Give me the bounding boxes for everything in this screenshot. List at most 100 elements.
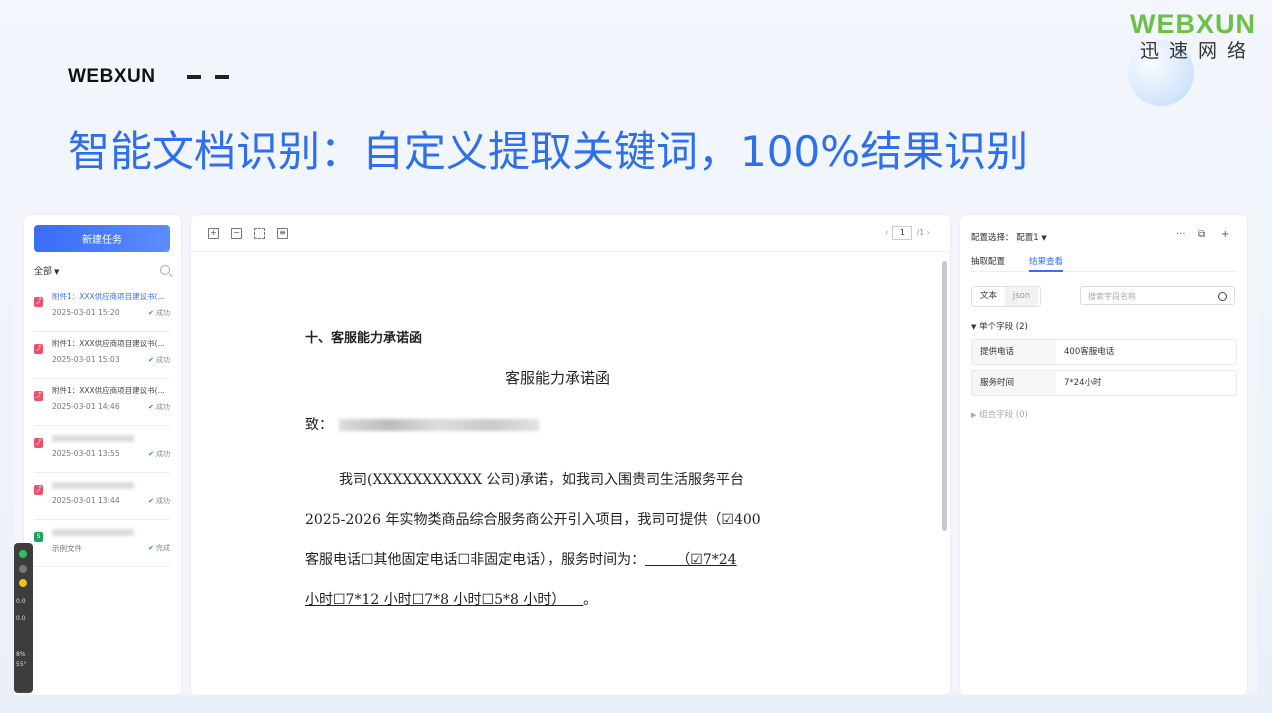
system-monitor-widget: 0.0 0.0 8% 55°: [14, 543, 33, 693]
format-toggle: 文本 json: [971, 286, 1041, 307]
underlined-text: 小时☐7*12 小时☐7*8 小时☐5*8 小时）: [305, 592, 566, 608]
file-date: 2025-03-01 14:46: [52, 402, 120, 411]
result-panel: 配置选择： 配置1 ▼ ··· ⧉ + 抽取配置 结果查看 文本 json 搜索字…: [960, 215, 1247, 695]
zoom-out-icon[interactable]: −: [231, 228, 242, 239]
sheet-icon: S: [34, 532, 43, 542]
dash-decoration: [215, 75, 229, 79]
status-dot-icon: [19, 565, 27, 573]
underlined-blank: [565, 592, 583, 608]
more-icon[interactable]: ···: [1176, 229, 1186, 240]
file-list-item[interactable]: ⤴ 2025-03-01 13:44 ✔ 成功: [34, 473, 170, 520]
body-line: 2025-2026 年实物类商品综合服务商公开引入项目，我司可提供（☑400: [305, 512, 761, 528]
zoom-in-icon[interactable]: +: [208, 228, 219, 239]
group-field-section[interactable]: ▶ 组合字段 (0): [971, 408, 1028, 420]
config-label: 配置选择：: [971, 233, 1014, 243]
check-circle-icon: ✔: [148, 450, 154, 458]
tab-extract-config[interactable]: 抽取配置: [971, 255, 1005, 267]
monitor-value: 0.0: [16, 598, 26, 605]
format-json-button[interactable]: json: [1005, 287, 1038, 306]
task-panel: 新建任务 全部 ▼ ⤴ 附件1：XXX供应商项目建议书(... 2025-03-01 …: [24, 215, 181, 695]
file-date: 2025-03-01 15:20: [52, 308, 120, 317]
file-list-item[interactable]: ⤴ 2025-03-01 13:55 ✔ 成功: [34, 426, 170, 473]
doc-recipient: 致：: [305, 414, 539, 434]
page-total: /1: [916, 228, 925, 237]
file-status: ✔ 完成: [148, 543, 170, 553]
underlined-text: （☑7*24: [676, 552, 737, 568]
monitor-value: 8%: [16, 651, 26, 658]
dash-decoration: [187, 75, 201, 79]
brand-left: WEBXUN: [68, 66, 156, 87]
body-line: 我司(XXXXXXXXXXX 公司)承诺，如我司入围贵司生活服务平台: [339, 472, 745, 488]
bottom-fade: [0, 691, 1272, 713]
document-page: 十、客服能力承诺函 客服能力承诺函 致： 我司(XXXXXXXXXXX 公司)承…: [305, 327, 845, 608]
field-search-input[interactable]: 搜索字段名称: [1080, 286, 1235, 305]
monitor-value: 0.0: [16, 615, 26, 622]
status-dot-icon: [19, 579, 27, 587]
prev-page-icon[interactable]: ‹: [885, 228, 888, 237]
doc-body: 我司(XXXXXXXXXXX 公司)承诺，如我司入围贵司生活服务平台 2025-…: [305, 460, 845, 620]
file-list-item[interactable]: ⤴ 附件1：XXX供应商项目建议书(... 2025-03-01 14:46 ✔ 成功: [34, 379, 170, 426]
logo-word: WEBXUN: [1130, 9, 1256, 39]
caret-down-icon: ▼: [1041, 234, 1047, 242]
next-page-icon[interactable]: ›: [927, 228, 930, 237]
file-status-text: 成功: [156, 403, 170, 411]
file-status-text: 成功: [156, 356, 170, 364]
page-input[interactable]: 1: [892, 226, 913, 240]
file-name: [52, 435, 134, 442]
body-line: 客服电话☐其他固定电话☐非固定电话），服务时间为： （☑7*24: [305, 540, 845, 580]
viewer-scrollbar[interactable]: [942, 261, 947, 531]
tab-view-results[interactable]: 结果查看: [1029, 255, 1064, 272]
caret-down-icon: ▼: [971, 323, 977, 331]
file-date: 2025-03-01 13:55: [52, 449, 120, 458]
file-name: 附件1：XXX供应商项目建议书(...: [52, 292, 165, 301]
pdf-icon: ⤴: [34, 344, 43, 354]
field-value: 7*24小时: [1064, 378, 1102, 388]
check-circle-icon: ✔: [148, 403, 154, 411]
check-circle-icon: ✔: [148, 356, 154, 364]
file-status-text: 成功: [156, 450, 170, 458]
format-text-button[interactable]: 文本: [972, 287, 1005, 306]
caret-right-icon: ▶: [971, 411, 977, 419]
field-row: 服务时间 7*24小时: [971, 370, 1237, 396]
file-status: ✔ 成功: [148, 355, 170, 365]
search-icon[interactable]: [1218, 292, 1227, 301]
file-date: 2025-03-01 15:03: [52, 355, 120, 364]
file-status: ✔ 成功: [148, 402, 170, 412]
document-viewer: + − ≡ ‹ 1/1 › 十、客服能力承诺函 客服能力承诺函 致： 我司(XXX…: [191, 215, 950, 695]
logo-cn: 迅速网络: [1139, 40, 1256, 62]
pager: ‹ 1/1 ›: [885, 226, 930, 240]
pdf-icon: ⤴: [34, 297, 43, 307]
file-status: ✔ 成功: [148, 449, 170, 459]
file-name: [52, 529, 134, 536]
file-list-item[interactable]: ⤴ 附件1：XXX供应商项目建议书(... 2025-03-01 15:20 ✔ 成功: [34, 285, 170, 332]
add-icon[interactable]: +: [1221, 229, 1229, 240]
config-select[interactable]: 配置选择： 配置1 ▼: [971, 231, 1047, 243]
field-key: 服务时间: [972, 371, 1056, 395]
file-list-item[interactable]: ⤴ 附件1：XXX供应商项目建议书(... 2025-03-01 15:03 ✔ 成功: [34, 332, 170, 379]
check-circle-icon: ✔: [148, 497, 154, 505]
group-field-title: 组合字段 (0): [979, 410, 1028, 420]
search-icon[interactable]: [160, 265, 170, 275]
single-field-section[interactable]: ▼ 单个字段 (2): [971, 320, 1028, 332]
fit-page-icon[interactable]: [254, 228, 265, 239]
pdf-icon: ⤴: [34, 391, 43, 401]
file-name: 附件1：XXX供应商项目建议书(...: [52, 339, 165, 348]
filter-label: 全部: [34, 267, 53, 277]
file-name: 附件1：XXX供应商项目建议书(...: [52, 386, 165, 395]
logo: WEBXUN 迅速网络: [1130, 10, 1256, 62]
body-line: 小时☐7*12 小时☐7*8 小时☐5*8 小时） 。: [305, 580, 845, 620]
app-screen: 新建任务 全部 ▼ ⤴ 附件1：XXX供应商项目建议书(... 2025-03-01 …: [14, 210, 1257, 695]
file-date: 示例文件: [52, 544, 82, 553]
file-status-text: 成功: [156, 309, 170, 317]
filter-dropdown[interactable]: 全部 ▼: [34, 264, 59, 277]
file-list-item[interactable]: S 示例文件 ✔ 完成: [34, 520, 170, 567]
copy-icon[interactable]: ⧉: [1198, 229, 1205, 240]
new-task-button[interactable]: 新建任务: [34, 225, 170, 252]
file-status-text: 完成: [156, 544, 170, 552]
field-key: 提供电话: [972, 340, 1056, 364]
file-status-text: 成功: [156, 497, 170, 505]
section-heading: 十、客服能力承诺函: [305, 331, 423, 346]
config-value: 配置1: [1016, 233, 1039, 243]
viewer-toolbar: + − ≡ ‹ 1/1 ›: [191, 215, 950, 252]
comment-icon[interactable]: ≡: [277, 228, 288, 239]
